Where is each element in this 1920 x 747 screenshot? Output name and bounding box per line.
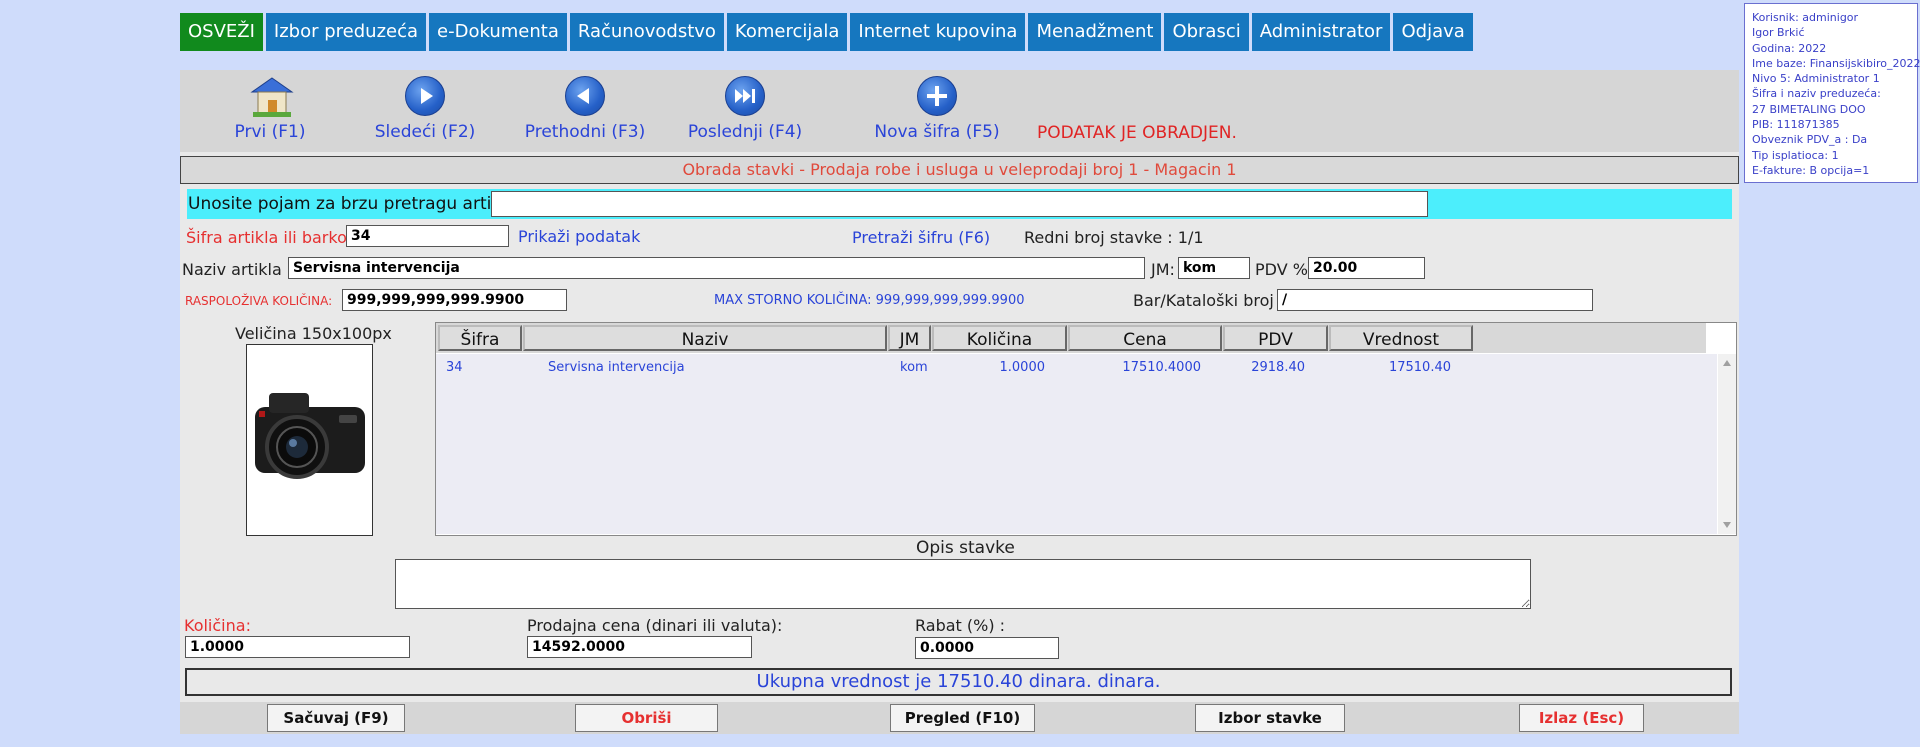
jm-input[interactable] bbox=[1178, 257, 1250, 279]
quick-search-label: Unosite pojam za brzu pretragu artikla : bbox=[188, 194, 528, 214]
menu-accounting[interactable]: Računovodstvo bbox=[569, 13, 724, 51]
camera-icon bbox=[255, 393, 365, 479]
cell-value: 17510.40 bbox=[1388, 360, 1451, 375]
action-bar: Sačuvaj (F9) Obriši Pregled (F10) Izbor … bbox=[180, 702, 1739, 734]
info-company-label: Šifra i naziv preduzeća: bbox=[1752, 87, 1881, 101]
info-company: 27 BIMETALING DOO bbox=[1752, 102, 1866, 116]
code-input[interactable] bbox=[346, 225, 509, 247]
exit-button[interactable]: Izlaz (Esc) bbox=[1519, 704, 1644, 732]
cell-unit: kom bbox=[900, 360, 928, 375]
search-code-link[interactable]: Pretraži šifru (F6) bbox=[852, 228, 990, 247]
nav-toolbar: Prvi (F1) Sledeći (F2) Prethodni (F3) Po… bbox=[180, 70, 1739, 152]
available-qty-label: RASPOLOŽIVA KOLIČINA: bbox=[185, 294, 333, 308]
next-label: Sledeći (F2) bbox=[374, 122, 476, 142]
image-size-label: Veličina 150x100px bbox=[235, 324, 392, 343]
new-code-button[interactable]: Nova šifra (F5) bbox=[857, 76, 1017, 142]
fast-forward-icon bbox=[725, 76, 765, 116]
save-button[interactable]: Sačuvaj (F9) bbox=[267, 704, 405, 732]
info-db: Ime baze: Finansijskibiro_2022 bbox=[1752, 56, 1920, 70]
main-menu: OSVEŽI Izbor preduzeća e-Dokumenta Račun… bbox=[180, 13, 1473, 51]
page-title: Obrada stavki - Prodaja robe i usluga u … bbox=[180, 156, 1739, 184]
info-level: Nivo 5: Administrator 1 bbox=[1752, 72, 1880, 86]
menu-logout[interactable]: Odjava bbox=[1393, 13, 1473, 51]
col-vat-header[interactable]: PDV bbox=[1223, 325, 1328, 351]
menu-e-documents[interactable]: e-Dokumenta bbox=[429, 13, 567, 51]
menu-internet-shopping[interactable]: Internet kupovina bbox=[850, 13, 1026, 51]
home-icon bbox=[250, 76, 294, 117]
price-input[interactable] bbox=[527, 636, 752, 658]
next-button[interactable]: Sledeći (F2) bbox=[365, 76, 485, 142]
max-storno-qty: MAX STORNO KOLIČINA: 999,999,999,999.990… bbox=[714, 293, 1025, 308]
first-button[interactable]: Prvi (F1) bbox=[225, 76, 315, 142]
menu-forms[interactable]: Obrasci bbox=[1164, 13, 1249, 51]
previous-button[interactable]: Prethodni (F3) bbox=[510, 76, 660, 142]
menu-refresh[interactable]: OSVEŽI bbox=[180, 13, 263, 51]
last-label: Poslednji (F4) bbox=[687, 122, 803, 142]
cell-qty: 1.0000 bbox=[999, 360, 1046, 375]
first-label: Prvi (F1) bbox=[234, 122, 306, 142]
jm-label: JM: bbox=[1151, 260, 1175, 279]
description-label: Opis stavke bbox=[916, 538, 1015, 558]
choose-item-button[interactable]: Izbor stavke bbox=[1195, 704, 1345, 732]
col-name-header[interactable]: Naziv bbox=[523, 325, 887, 351]
product-image bbox=[246, 344, 373, 536]
info-name: Igor Brkić bbox=[1752, 26, 1805, 40]
cell-price: 17510.4000 bbox=[1122, 360, 1201, 375]
available-qty-input[interactable] bbox=[342, 289, 567, 311]
info-user: Korisnik: adminigor bbox=[1752, 11, 1859, 24]
status-message: PODATAK JE OBRADJEN. bbox=[1037, 123, 1237, 143]
previous-label: Prethodni (F3) bbox=[524, 122, 646, 142]
new-code-label: Nova šifra (F5) bbox=[874, 122, 1000, 142]
pdv-label: PDV % bbox=[1255, 260, 1308, 279]
back-icon bbox=[565, 76, 605, 116]
items-table: Šifra Naziv JM Količina Cena PDV Vrednos… bbox=[435, 322, 1737, 536]
show-data-link[interactable]: Prikaži podatak bbox=[518, 227, 640, 246]
col-price-header[interactable]: Cena bbox=[1068, 325, 1222, 351]
info-efakture: E-fakture: B opcija=1 bbox=[1752, 163, 1870, 177]
delete-button[interactable]: Obriši bbox=[575, 704, 718, 732]
table-body: 34 Servisna intervencija kom 1.0000 1751… bbox=[436, 354, 1717, 534]
col-code-header[interactable]: Šifra bbox=[438, 325, 522, 351]
quick-search-row: Unosite pojam za brzu pretragu artikla : bbox=[187, 189, 1732, 219]
quick-search-input[interactable] bbox=[491, 191, 1428, 217]
name-label: Naziv artikla : bbox=[182, 260, 293, 279]
barcode-catalog-input[interactable] bbox=[1277, 289, 1593, 311]
total-value: Ukupna vrednost je 17510.40 dinara. dina… bbox=[185, 668, 1732, 696]
cell-name: Servisna intervencija bbox=[548, 360, 685, 375]
quantity-label: Količina: bbox=[184, 616, 251, 635]
scroll-down-icon[interactable] bbox=[1723, 522, 1731, 528]
row-number: Redni broj stavke : 1/1 bbox=[1024, 228, 1204, 247]
menu-commercial[interactable]: Komercijala bbox=[726, 13, 848, 51]
discount-input[interactable] bbox=[915, 637, 1059, 659]
menu-management[interactable]: Menadžment bbox=[1028, 13, 1162, 51]
discount-label: Rabat (%) : bbox=[915, 616, 1006, 635]
col-unit-header[interactable]: JM bbox=[888, 325, 931, 351]
info-payer-type: Tip isplatioca: 1 bbox=[1752, 148, 1839, 162]
preview-button[interactable]: Pregled (F10) bbox=[890, 704, 1035, 732]
table-scrollbar[interactable] bbox=[1718, 354, 1736, 534]
col-value-header[interactable]: Vrednost bbox=[1329, 325, 1473, 351]
name-input[interactable] bbox=[288, 257, 1145, 279]
info-year: Godina: 2022 bbox=[1752, 41, 1827, 55]
info-pib: PIB: 111871385 bbox=[1752, 118, 1840, 132]
table-header: Šifra Naziv JM Količina Cena PDV Vrednos… bbox=[436, 323, 1706, 353]
menu-company-select[interactable]: Izbor preduzeća bbox=[265, 13, 427, 51]
code-label: Šifra artikla ili barkod : bbox=[186, 228, 368, 247]
quantity-input[interactable] bbox=[185, 636, 410, 658]
plus-icon bbox=[917, 76, 957, 116]
cell-vat: 2918.40 bbox=[1251, 360, 1305, 375]
price-label: Prodajna cena (dinari ili valuta): bbox=[527, 616, 783, 635]
pdv-input[interactable] bbox=[1308, 257, 1425, 279]
menu-administrator[interactable]: Administrator bbox=[1251, 13, 1391, 51]
info-vat: Obveznik PDV_a : Da bbox=[1752, 133, 1868, 147]
play-icon bbox=[405, 76, 445, 116]
barcode-catalog-label: Bar/Kataloški broj : bbox=[1133, 291, 1285, 310]
last-button[interactable]: Poslednji (F4) bbox=[670, 76, 820, 142]
scroll-up-icon[interactable] bbox=[1723, 360, 1731, 366]
col-qty-header[interactable]: Količina bbox=[932, 325, 1067, 351]
main-panel: Prvi (F1) Sledeći (F2) Prethodni (F3) Po… bbox=[180, 70, 1739, 734]
user-info-box: Korisnik: adminigor Igor Brkić Godina: 2… bbox=[1744, 3, 1920, 183]
description-textarea[interactable] bbox=[395, 559, 1531, 609]
cell-code: 34 bbox=[446, 360, 463, 375]
